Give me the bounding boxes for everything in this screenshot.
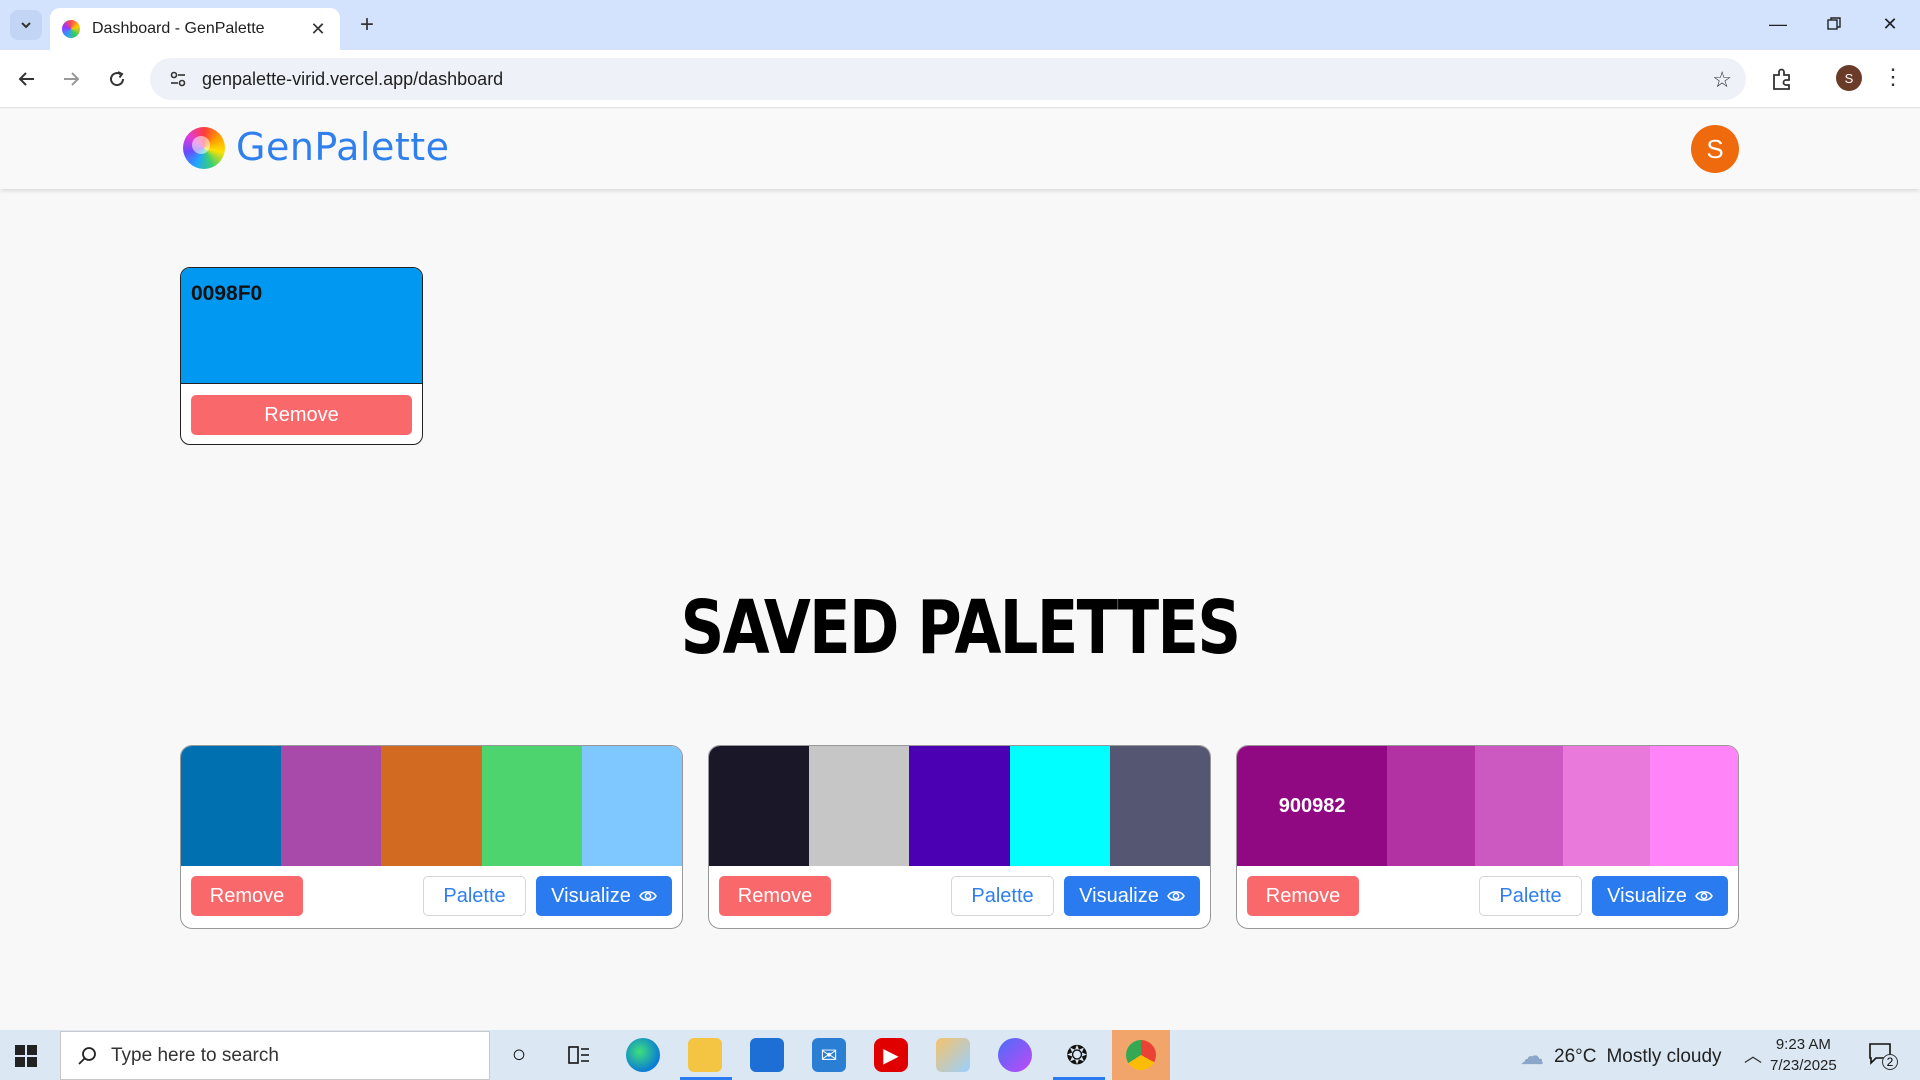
user-avatar[interactable]: S bbox=[1691, 125, 1739, 173]
tab-search-button[interactable] bbox=[10, 10, 42, 40]
chrome-taskbar-button[interactable] bbox=[1112, 1030, 1170, 1080]
chevron-down-icon bbox=[21, 22, 31, 29]
palette-swatch[interactable] bbox=[581, 746, 682, 866]
close-window-icon[interactable]: ✕ bbox=[1862, 0, 1918, 48]
microsoft-store-icon[interactable] bbox=[750, 1038, 784, 1072]
browser-tab-strip: Dashboard - GenPalette ✕ + — ✕ bbox=[0, 0, 1920, 50]
remove-palette-button[interactable]: Remove bbox=[719, 876, 831, 916]
remove-palette-button[interactable]: Remove bbox=[191, 876, 303, 916]
windows-start-icon[interactable] bbox=[14, 1044, 38, 1068]
restore-icon[interactable] bbox=[1806, 0, 1862, 48]
palette-card: Remove Palette Visualize bbox=[708, 745, 1211, 929]
file-explorer-icon[interactable] bbox=[688, 1038, 722, 1072]
visualize-label: Visualize bbox=[551, 884, 631, 907]
palette-actions: Remove Palette Visualize bbox=[1237, 866, 1738, 928]
show-hidden-icons-chevron-icon[interactable]: ︿ bbox=[1744, 1042, 1762, 1068]
minimize-icon[interactable]: — bbox=[1750, 0, 1806, 48]
weather-desc: Mostly cloudy bbox=[1606, 1045, 1722, 1067]
cortana-icon[interactable]: ○ bbox=[502, 1038, 536, 1072]
browser-profile-avatar[interactable]: S bbox=[1836, 65, 1862, 91]
app-logo-text[interactable]: GenPalette bbox=[236, 125, 450, 169]
palette-card: Remove Palette Visualize bbox=[180, 745, 683, 929]
youtube-icon[interactable]: ▶ bbox=[874, 1038, 908, 1072]
palette-swatch[interactable] bbox=[181, 746, 282, 866]
open-palette-button[interactable]: Palette bbox=[951, 876, 1054, 916]
saved-color-hex: 0098F0 bbox=[191, 282, 263, 305]
close-tab-icon[interactable]: ✕ bbox=[308, 19, 328, 40]
genpalette-favicon-icon bbox=[62, 20, 80, 38]
browser-tab[interactable]: Dashboard - GenPalette ✕ bbox=[50, 8, 340, 50]
palette-swatch[interactable] bbox=[709, 746, 810, 866]
extensions-puzzle-icon[interactable] bbox=[1768, 65, 1796, 93]
eye-icon bbox=[1166, 891, 1185, 901]
saved-palettes-heading: SAVED PALETTES bbox=[680, 585, 1241, 671]
paint-icon[interactable] bbox=[936, 1038, 970, 1072]
eye-icon bbox=[638, 891, 657, 901]
palette-swatch[interactable] bbox=[1562, 746, 1651, 866]
forward-icon[interactable] bbox=[56, 64, 86, 94]
palette-strip bbox=[709, 746, 1210, 866]
copilot-icon[interactable] bbox=[998, 1038, 1032, 1072]
saved-color-swatch[interactable]: 0098F0 bbox=[181, 268, 422, 384]
palette-actions: Remove Palette Visualize bbox=[181, 866, 682, 928]
visualize-button[interactable]: Visualize bbox=[1592, 876, 1728, 916]
remove-color-button[interactable]: Remove bbox=[191, 395, 412, 435]
clock-time: 9:23 AM bbox=[1775, 1036, 1831, 1053]
notifications-icon[interactable]: 2 bbox=[1868, 1042, 1898, 1070]
back-icon[interactable] bbox=[12, 64, 42, 94]
palette-actions: Remove Palette Visualize bbox=[709, 866, 1210, 928]
mail-icon[interactable]: ✉ bbox=[812, 1038, 846, 1072]
open-palette-button[interactable]: Palette bbox=[1479, 876, 1582, 916]
visualize-label: Visualize bbox=[1607, 884, 1687, 907]
task-view-icon[interactable] bbox=[562, 1038, 596, 1072]
app-header: GenPalette S bbox=[0, 109, 1920, 189]
visualize-button[interactable]: Visualize bbox=[1064, 876, 1200, 916]
palette-swatch[interactable] bbox=[1387, 746, 1475, 866]
swatch-hex-label: 900982 bbox=[1278, 794, 1346, 817]
remove-palette-button[interactable]: Remove bbox=[1247, 876, 1359, 916]
address-bar[interactable]: genpalette-virid.vercel.app/dashboard ☆ bbox=[150, 58, 1746, 100]
palette-swatch[interactable]: 900982 bbox=[1237, 746, 1388, 866]
palette-strip: 900982 bbox=[1237, 746, 1738, 866]
visualize-label: Visualize bbox=[1079, 884, 1159, 907]
palette-swatch[interactable] bbox=[1474, 746, 1563, 866]
search-placeholder: Type here to search bbox=[111, 1044, 279, 1066]
palette-swatch[interactable] bbox=[1109, 746, 1210, 866]
weather-temp: 26°C bbox=[1554, 1045, 1597, 1067]
url-text: genpalette-virid.vercel.app/dashboard bbox=[202, 68, 504, 89]
palette-swatch[interactable] bbox=[281, 746, 382, 866]
palette-card: 900982 Remove Palette Visualize bbox=[1236, 745, 1739, 929]
new-tab-button[interactable]: + bbox=[352, 10, 382, 40]
saved-color-card: 0098F0 Remove bbox=[180, 267, 423, 445]
palette-swatch[interactable] bbox=[1650, 746, 1738, 866]
chrome-icon bbox=[1126, 1040, 1156, 1070]
site-settings-icon[interactable] bbox=[166, 67, 190, 91]
taskbar-clock[interactable]: 9:23 AM 7/23/2025 bbox=[1770, 1034, 1837, 1076]
notification-count: 2 bbox=[1882, 1054, 1898, 1070]
palette-swatch[interactable] bbox=[1009, 746, 1110, 866]
taskbar-search-input[interactable]: Type here to search bbox=[60, 1031, 490, 1080]
visualize-button[interactable]: Visualize bbox=[536, 876, 672, 916]
eye-icon bbox=[1694, 891, 1713, 901]
palette-swatch[interactable] bbox=[381, 746, 482, 866]
genpalette-logo-icon[interactable] bbox=[183, 127, 225, 169]
open-palette-button[interactable]: Palette bbox=[423, 876, 526, 916]
cloudy-weather-icon: ☁ bbox=[1520, 1043, 1544, 1070]
weather-widget[interactable]: ☁ 26°C Mostly cloudy bbox=[1520, 1042, 1722, 1071]
palette-swatch[interactable] bbox=[809, 746, 910, 866]
windows-taskbar: Type here to search ○ ✉ ▶ ❂ ☁ 26°C Mostl… bbox=[0, 1030, 1920, 1080]
edge-browser-icon[interactable] bbox=[626, 1038, 660, 1072]
browser-menu-icon[interactable]: ⋮ bbox=[1882, 64, 1904, 90]
bookmark-star-icon[interactable]: ☆ bbox=[1712, 67, 1732, 93]
browser-toolbar: genpalette-virid.vercel.app/dashboard ☆ … bbox=[0, 50, 1920, 108]
search-icon bbox=[78, 1046, 96, 1065]
palette-swatch[interactable] bbox=[909, 746, 1010, 866]
palette-strip bbox=[181, 746, 682, 866]
palette-swatch[interactable] bbox=[481, 746, 582, 866]
clock-date: 7/23/2025 bbox=[1770, 1057, 1837, 1074]
reload-icon[interactable] bbox=[102, 64, 132, 94]
tab-title: Dashboard - GenPalette bbox=[92, 20, 265, 37]
chatgpt-icon[interactable]: ❂ bbox=[1060, 1038, 1094, 1072]
